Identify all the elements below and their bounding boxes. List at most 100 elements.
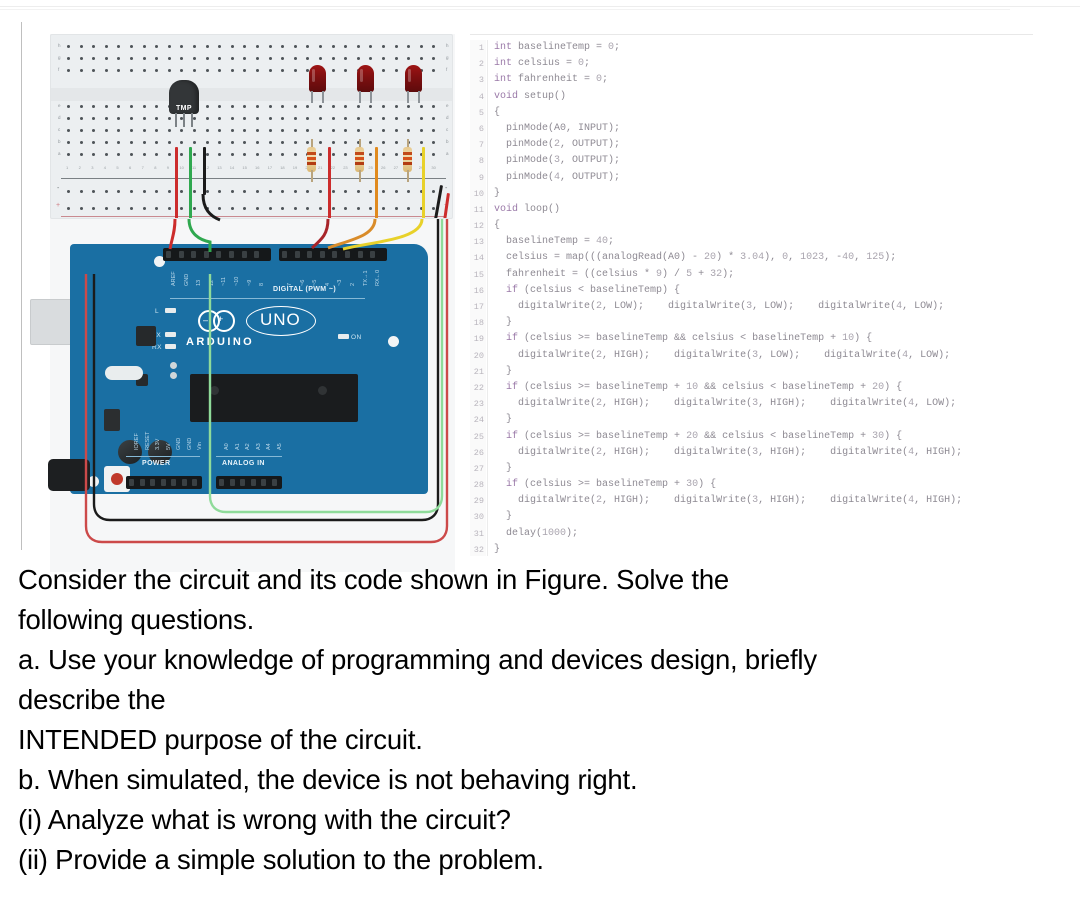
- analog-pin-socket[interactable]: [219, 479, 224, 486]
- code-line-text: }: [494, 414, 513, 426]
- breadboard-hole: [230, 57, 234, 60]
- breadboard-rail-hole: [432, 190, 436, 193]
- digital-pin-label: ~10: [234, 276, 240, 286]
- led-2-leg-a: [359, 91, 361, 103]
- reset-button[interactable]: [111, 473, 123, 485]
- breadboard-hole: [369, 105, 373, 108]
- breadboard-positive-rail-line: [61, 216, 446, 217]
- breadboard-hole: [281, 141, 285, 144]
- digital-pin-socket[interactable]: [254, 251, 260, 258]
- digital-pin-socket[interactable]: [241, 251, 247, 258]
- pad-a: [170, 362, 177, 369]
- breadboard-column-number: 19: [292, 165, 298, 170]
- breadboard-hole: [218, 57, 222, 60]
- breadboard-hole: [230, 153, 234, 156]
- digital-pin-socket[interactable]: [282, 251, 287, 258]
- power-pin-label: 5V: [165, 443, 172, 450]
- breadboard-hole: [155, 69, 159, 72]
- power-pin-socket[interactable]: [171, 479, 176, 486]
- resistor-3-band-1: [403, 152, 412, 155]
- digital-pin-label: 13: [196, 279, 203, 286]
- breadboard-rail-hole: [369, 190, 373, 193]
- power-pin-label: GND: [176, 437, 182, 450]
- indicator-tx-led: [165, 332, 176, 337]
- power-pin-socket[interactable]: [129, 479, 134, 486]
- breadboard-hole: [243, 129, 247, 132]
- breadboard-hole: [356, 45, 360, 48]
- digital-pin-socket[interactable]: [229, 251, 234, 258]
- digital-pin-socket[interactable]: [332, 251, 338, 258]
- breadboard-column-number: 17: [267, 165, 273, 170]
- analog-pin-socket[interactable]: [229, 479, 235, 486]
- breadboard-hole: [230, 45, 234, 48]
- digital-pin-socket[interactable]: [178, 251, 184, 258]
- breadboard-hole: [281, 117, 285, 120]
- breadboard-negative-sign: -: [57, 185, 60, 192]
- power-pin-socket[interactable]: [181, 479, 187, 486]
- digital-pin-label: GND: [183, 273, 190, 286]
- digital-pin-socket[interactable]: [216, 251, 222, 258]
- arduino-logo-plus: +: [218, 314, 224, 324]
- code-line-text: }: [494, 462, 513, 474]
- breadboard-hole: [243, 57, 247, 60]
- breadboard-row-letter: a: [446, 151, 449, 156]
- breadboard-hole: [67, 69, 70, 72]
- breadboard-hole: [319, 141, 322, 144]
- breadboard-hole: [432, 129, 436, 132]
- breadboard-column-number: 7: [141, 165, 144, 170]
- breadboard-hole: [256, 117, 259, 120]
- breadboard-hole: [268, 129, 272, 132]
- breadboard-hole: [218, 45, 222, 48]
- power-pin-socket[interactable]: [192, 479, 197, 486]
- digital-pin-socket[interactable]: [203, 251, 209, 258]
- code-line-number: 32: [473, 544, 484, 555]
- led-1-highlight: [312, 69, 315, 82]
- code-line-text: int celsius = 0;: [494, 58, 591, 70]
- breadboard-rail-hole: [407, 207, 411, 210]
- code-line: 3 int fahrenheit = 0;: [470, 72, 1033, 88]
- digital-pin-socket[interactable]: [345, 251, 350, 258]
- atmega-ic: [190, 374, 358, 422]
- breadboard-column-number: 16: [255, 165, 260, 170]
- breadboard-hole: [67, 129, 70, 132]
- breadboard-hole: [155, 57, 159, 60]
- code-line-text: if (celsius >= baselineTemp + 10 && cels…: [506, 381, 903, 393]
- analog-pin-socket[interactable]: [250, 479, 256, 486]
- code-line: 32}: [470, 542, 1033, 558]
- digital-pin-socket[interactable]: [294, 251, 300, 258]
- analog-pin-label: A1: [234, 443, 241, 450]
- analog-pin-socket[interactable]: [240, 479, 245, 486]
- digital-pin-socket[interactable]: [191, 251, 197, 258]
- breadboard-hole: [92, 141, 96, 144]
- breadboard-row-letter: a: [58, 151, 61, 156]
- breadboard-rail-hole: [130, 207, 133, 210]
- figure-container: h h g g f f e e d d c c b b a a 1 2 3 4 5 6 7 8 9 10 11 12 13 14 15 16 1…: [0, 22, 1060, 572]
- question-line: describe the: [18, 684, 166, 715]
- power-pin-socket[interactable]: [139, 479, 145, 486]
- digital-pin-socket[interactable]: [166, 251, 171, 258]
- breadboard-hole: [79, 117, 83, 120]
- code-listing[interactable]: 1 int baselineTemp = 0; 2 int celsius = 0; 3…: [470, 40, 1033, 558]
- breadboard-hole: [293, 117, 297, 120]
- breadboard-rail-hole: [142, 207, 146, 210]
- code-line: 6 pinMode(A0, INPUT);: [470, 121, 1033, 137]
- breadboard-rail-hole: [193, 207, 196, 210]
- digital-pin-socket[interactable]: [370, 251, 376, 258]
- analog-pin-socket[interactable]: [271, 479, 277, 486]
- digital-pin-socket[interactable]: [319, 251, 325, 258]
- digital-pin-socket[interactable]: [357, 251, 363, 258]
- breadboard-rail-hole: [281, 207, 285, 210]
- digital-pin-socket[interactable]: [307, 251, 313, 258]
- breadboard-rail-hole: [382, 190, 385, 193]
- breadboard-hole: [142, 117, 146, 120]
- voltage-regulator: [104, 409, 120, 431]
- breadboard-hole: [432, 69, 436, 72]
- analog-pin-socket[interactable]: [261, 479, 266, 486]
- breadboard-hole: [419, 129, 423, 132]
- breadboard-hole: [117, 45, 121, 48]
- wire-tmp-power-red: [175, 147, 178, 218]
- breadboard-hole: [319, 117, 322, 120]
- power-pin-socket[interactable]: [160, 479, 166, 486]
- question-line: INTENDED purpose of the circuit.: [18, 724, 423, 755]
- power-pin-socket[interactable]: [150, 479, 155, 486]
